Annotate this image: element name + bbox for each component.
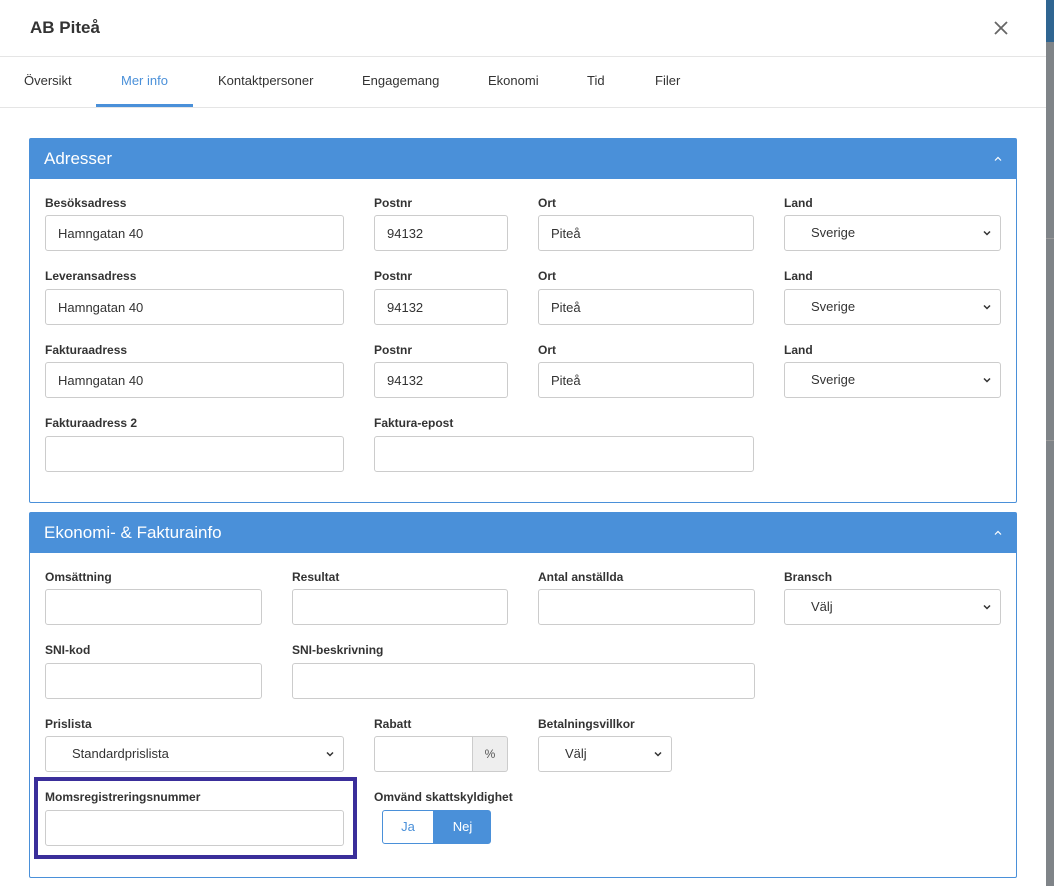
pricelist-value: Standardprislista (72, 746, 169, 761)
close-icon (994, 21, 1008, 35)
chevron-down-icon (326, 751, 334, 757)
payment-terms-select[interactable]: Välj (538, 736, 672, 772)
visit-zip-input[interactable] (374, 215, 508, 251)
addresses-panel-title: Adresser (44, 149, 113, 168)
tab-bar: Översikt Mer info Kontaktpersoner Engage… (0, 57, 1046, 108)
close-button[interactable] (990, 17, 1012, 39)
turnover-input[interactable] (45, 589, 262, 625)
delivery-zip-label: Postnr (374, 269, 413, 283)
tab-oversikt[interactable]: Översikt (24, 73, 72, 88)
discount-label: Rabatt (374, 717, 412, 731)
invoice-zip-label: Postnr (374, 343, 413, 357)
delivery-country-value: Sverige (811, 299, 856, 314)
turnover-label: Omsättning (45, 570, 112, 584)
sni-code-label: SNI-kod (45, 643, 91, 657)
tab-ekonomi[interactable]: Ekonomi (488, 73, 539, 88)
vat-number-input[interactable] (45, 810, 344, 846)
industry-label: Bransch (784, 570, 833, 584)
tab-kontaktpersoner[interactable]: Kontaktpersoner (218, 73, 313, 88)
tab-engagemang[interactable]: Engagemang (362, 73, 439, 88)
invoice-city-input[interactable] (538, 362, 754, 398)
economy-panel-header[interactable]: Ekonomi- & Fakturainfo (30, 513, 1016, 553)
customer-modal: AB Piteå Översikt Mer info Kontaktperson… (0, 0, 1046, 886)
payment-terms-value: Välj (565, 746, 587, 761)
reverse-charge-label: Omvänd skattskyldighet (374, 790, 513, 804)
invoice-address-2-label: Fakturaadress 2 (45, 416, 138, 430)
invoice-country-label: Land (784, 343, 813, 357)
discount-input[interactable] (374, 736, 473, 772)
delivery-country-select[interactable]: Sverige (784, 289, 1001, 325)
invoice-address-2-input[interactable] (45, 436, 344, 472)
delivery-country-label: Land (784, 269, 813, 283)
visit-zip-label: Postnr (374, 196, 413, 210)
tab-tid[interactable]: Tid (587, 73, 605, 88)
chevron-up-icon (994, 156, 1002, 161)
invoice-address-input[interactable] (45, 362, 344, 398)
tab-filer[interactable]: Filer (655, 73, 680, 88)
delivery-zip-input[interactable] (374, 289, 508, 325)
visit-city-label: Ort (538, 196, 556, 210)
pricelist-label: Prislista (45, 717, 92, 731)
invoice-zip-input[interactable] (374, 362, 508, 398)
result-input[interactable] (292, 589, 508, 625)
employees-label: Antal anställda (538, 570, 624, 584)
invoice-email-label: Faktura-epost (374, 416, 454, 430)
visit-country-value: Sverige (811, 225, 856, 240)
background-header (1046, 0, 1054, 42)
visit-city-input[interactable] (538, 215, 754, 251)
sni-description-input[interactable] (292, 663, 755, 699)
result-label: Resultat (292, 570, 340, 584)
pricelist-select[interactable]: Standardprislista (45, 736, 344, 772)
industry-value: Välj (811, 599, 833, 614)
delivery-city-label: Ort (538, 269, 556, 283)
visit-country-select[interactable]: Sverige (784, 215, 1001, 251)
invoice-country-select[interactable]: Sverige (784, 362, 1001, 398)
delivery-city-input[interactable] (538, 289, 754, 325)
chevron-down-icon (983, 304, 991, 310)
economy-panel-title: Ekonomi- & Fakturainfo (44, 523, 222, 542)
invoice-email-input[interactable] (374, 436, 754, 472)
sni-code-input[interactable] (45, 663, 262, 699)
modal-header: AB Piteå (0, 0, 1046, 57)
chevron-down-icon (983, 230, 991, 236)
sni-description-label: SNI-beskrivning (292, 643, 384, 657)
visit-address-input[interactable] (45, 215, 344, 251)
visit-country-label: Land (784, 196, 813, 210)
chevron-down-icon (983, 377, 991, 383)
vat-number-label: Momsregistreringsnummer (45, 790, 201, 804)
chevron-down-icon (654, 751, 662, 757)
addresses-panel-header[interactable]: Adresser (30, 139, 1016, 179)
chevron-down-icon (983, 604, 991, 610)
invoice-city-label: Ort (538, 343, 556, 357)
visit-address-label: Besöksadress (45, 196, 127, 210)
background-app (1046, 0, 1054, 886)
delivery-address-input[interactable] (45, 289, 344, 325)
background-divider (1046, 238, 1054, 239)
delivery-address-label: Leveransadress (45, 269, 137, 283)
payment-terms-label: Betalningsvillkor (538, 717, 635, 731)
modal-title: AB Piteå (30, 18, 100, 37)
invoice-address-label: Fakturaadress (45, 343, 128, 357)
background-divider (1046, 440, 1054, 441)
chevron-up-icon (994, 530, 1002, 535)
tab-mer-info[interactable]: Mer info (121, 73, 168, 88)
invoice-country-value: Sverige (811, 372, 856, 387)
reverse-charge-no-button[interactable]: Nej (434, 810, 491, 844)
reverse-charge-yes-button[interactable]: Ja (382, 810, 434, 844)
industry-select[interactable]: Välj (784, 589, 1001, 625)
employees-input[interactable] (538, 589, 755, 625)
active-tab-indicator (96, 104, 193, 107)
discount-percent-addon: % (473, 736, 508, 772)
